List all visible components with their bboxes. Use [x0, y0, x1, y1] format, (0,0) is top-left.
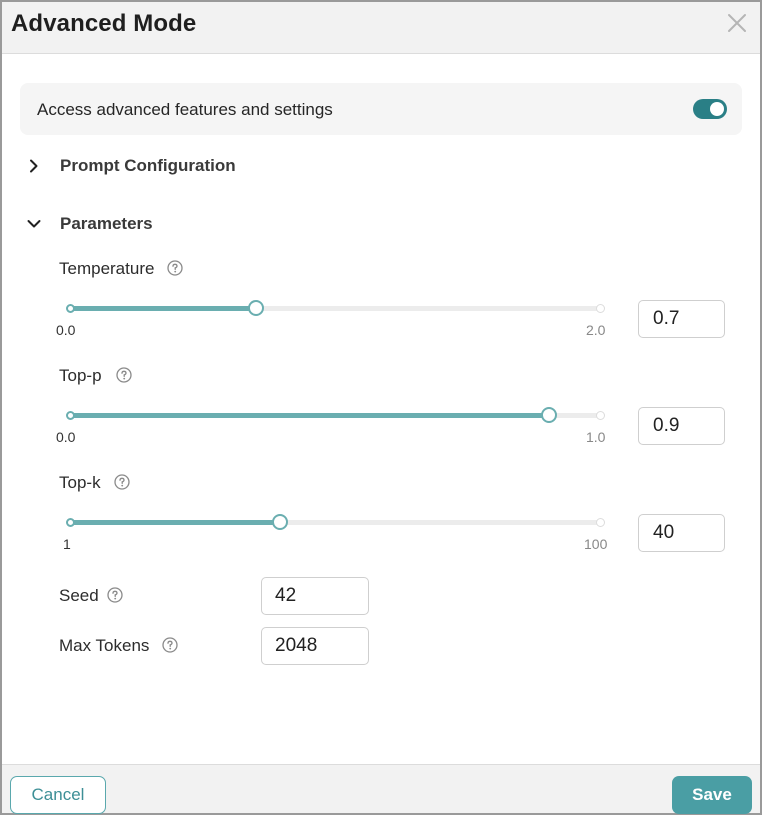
top-p-label: Top-p — [59, 366, 102, 385]
slider-fill — [70, 520, 280, 525]
temperature-label: Temperature — [59, 259, 155, 278]
close-button[interactable] — [726, 11, 748, 35]
top-p-max: 1.0 — [586, 429, 606, 445]
max-tokens-label: Max Tokens — [59, 636, 150, 655]
top-k-min: 1 — [63, 536, 71, 552]
advanced-features-toggle[interactable] — [693, 99, 727, 119]
advanced-mode-dialog: Advanced Mode Access advanced features a… — [0, 0, 762, 815]
help-icon[interactable] — [167, 260, 183, 276]
help-icon[interactable] — [114, 474, 130, 490]
slider-thumb[interactable] — [271, 514, 288, 530]
temperature-min: 0.0 — [56, 322, 76, 338]
slider-end-dot — [596, 518, 605, 527]
help-icon[interactable] — [162, 637, 178, 653]
temperature-slider[interactable] — [66, 299, 605, 319]
max-tokens-input[interactable]: 2048 — [261, 627, 369, 665]
chevron-right-icon — [30, 159, 38, 173]
top-k-label: Top-k — [59, 473, 101, 492]
top-p-slider[interactable] — [66, 406, 605, 426]
section-label-parameters: Parameters — [60, 214, 153, 233]
slider-end-dot — [596, 411, 605, 420]
help-icon[interactable] — [107, 587, 123, 603]
slider-start-dot — [66, 518, 75, 527]
dialog-title: Advanced Mode — [11, 10, 197, 37]
section-prompt-configuration[interactable]: Prompt Configuration — [26, 155, 266, 177]
close-icon — [728, 14, 746, 32]
slider-start-dot — [66, 411, 75, 420]
seed-label: Seed — [59, 586, 99, 605]
slider-thumb[interactable] — [540, 407, 557, 423]
toggle-knob — [710, 102, 724, 116]
temperature-max: 2.0 — [586, 322, 606, 338]
section-parameters[interactable]: Parameters — [26, 213, 186, 235]
advanced-features-row: Access advanced features and settings — [20, 83, 742, 135]
slider-thumb[interactable] — [248, 300, 265, 316]
slider-start-dot — [66, 304, 75, 313]
section-label-prompt-configuration: Prompt Configuration — [60, 156, 236, 175]
temperature-input[interactable]: 0.7 — [638, 300, 725, 338]
advanced-features-label: Access advanced features and settings — [37, 100, 333, 119]
slider-fill — [70, 306, 257, 311]
chevron-down-icon — [27, 220, 41, 228]
slider-end-dot — [596, 304, 605, 313]
top-p-min: 0.0 — [56, 429, 76, 445]
top-p-input[interactable]: 0.9 — [638, 407, 725, 445]
help-icon[interactable] — [116, 367, 132, 383]
save-button[interactable]: Save — [672, 776, 752, 814]
dialog-header: Advanced Mode — [2, 2, 760, 54]
top-k-input[interactable]: 40 — [638, 514, 725, 552]
top-k-slider[interactable] — [66, 513, 605, 533]
top-k-max: 100 — [584, 536, 608, 552]
seed-input[interactable]: 42 — [261, 577, 369, 615]
slider-fill — [70, 413, 549, 418]
dialog-footer: Cancel Save — [2, 764, 760, 814]
cancel-button[interactable]: Cancel — [10, 776, 106, 814]
